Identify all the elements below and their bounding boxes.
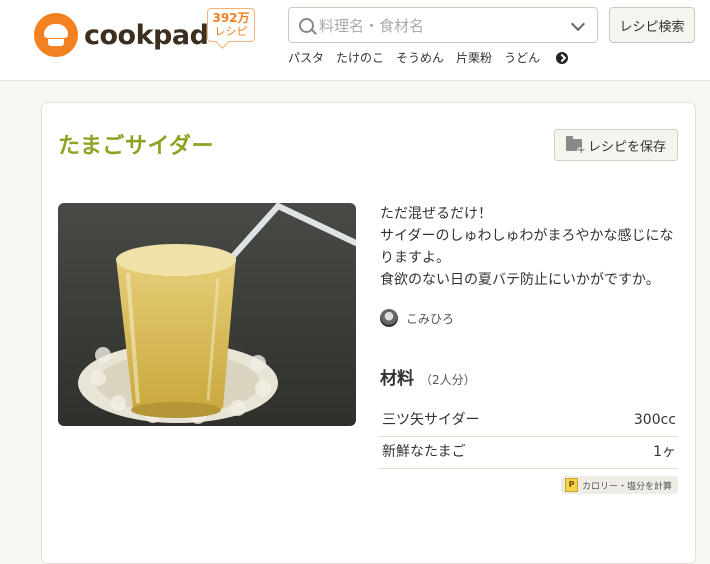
- author-name: こみひろ: [406, 311, 455, 326]
- ingredient-amount: 300cc: [633, 412, 676, 428]
- keyword-link[interactable]: そうめん: [396, 49, 444, 66]
- recipe-photo[interactable]: [58, 203, 356, 426]
- ingredient-amount: 1ヶ: [653, 444, 676, 460]
- calorie-calc-button[interactable]: P カロリー・塩分を計算: [561, 476, 679, 494]
- logo-text: cookpad: [84, 19, 209, 51]
- recipe-search-button[interactable]: レシピ検索: [609, 7, 695, 43]
- ingredient-row: 三ツ矢サイダー 300cc: [380, 405, 678, 437]
- chef-hat-icon: [34, 13, 78, 57]
- keyword-link[interactable]: うどん: [504, 49, 540, 66]
- keyword-link[interactable]: 片栗粉: [456, 49, 492, 66]
- ingredients-title: 材料: [380, 369, 414, 389]
- site-header: cookpad 392万 レシピ レシピ検索 パスタ たけのこ そうめん 片栗粉…: [0, 0, 710, 81]
- ingredients-header: 材料 （2人分）: [380, 364, 476, 389]
- search-input[interactable]: [317, 13, 561, 39]
- calorie-calc-label: カロリー・塩分を計算: [582, 481, 673, 492]
- servings: （2人分）: [420, 373, 476, 387]
- ingredients-list: 三ツ矢サイダー 300cc 新鮮なたまご 1ヶ: [380, 405, 678, 469]
- ingredient-row: 新鮮なたまご 1ヶ: [380, 437, 678, 469]
- save-recipe-label: レシピを保存: [587, 139, 666, 155]
- cookpad-logo[interactable]: cookpad: [34, 13, 209, 57]
- save-recipe-button[interactable]: レシピを保存: [554, 129, 678, 161]
- recipe-count-unit: レシピ: [214, 25, 248, 38]
- search-box[interactable]: [288, 7, 598, 43]
- recipe-count: 392万: [212, 11, 250, 25]
- recipe-card: たまごサイダー レシピを保存: [41, 102, 696, 564]
- recipe-count-badge: 392万 レシピ: [207, 8, 255, 49]
- chevron-right-icon[interactable]: [556, 51, 569, 64]
- search-icon: [299, 18, 314, 33]
- description-line: 食欲のない日の夏バテ防止にいかがですか。: [380, 272, 660, 288]
- description-line: ただ混ぜるだけ！: [380, 206, 492, 222]
- keyword-link[interactable]: たけのこ: [336, 49, 384, 66]
- chevron-down-icon[interactable]: [570, 16, 586, 32]
- avatar: [380, 309, 398, 327]
- ingredient-name: 三ツ矢サイダー: [382, 412, 480, 428]
- premium-icon: P: [565, 478, 578, 492]
- popular-keywords: パスタ たけのこ そうめん 片栗粉 うどん: [288, 49, 569, 66]
- recipe-title: たまごサイダー: [58, 134, 214, 159]
- keyword-link[interactable]: パスタ: [288, 49, 324, 66]
- folder-add-icon: [565, 136, 585, 155]
- author-link[interactable]: こみひろ: [380, 309, 454, 327]
- recipe-description: ただ混ぜるだけ！ サイダーのしゅわしゅわがまろやかな感じになりますよ。 食欲のな…: [380, 203, 680, 291]
- description-line: サイダーのしゅわしゅわがまろやかな感じになりますよ。: [380, 228, 674, 266]
- ingredient-name: 新鮮なたまご: [382, 444, 466, 460]
